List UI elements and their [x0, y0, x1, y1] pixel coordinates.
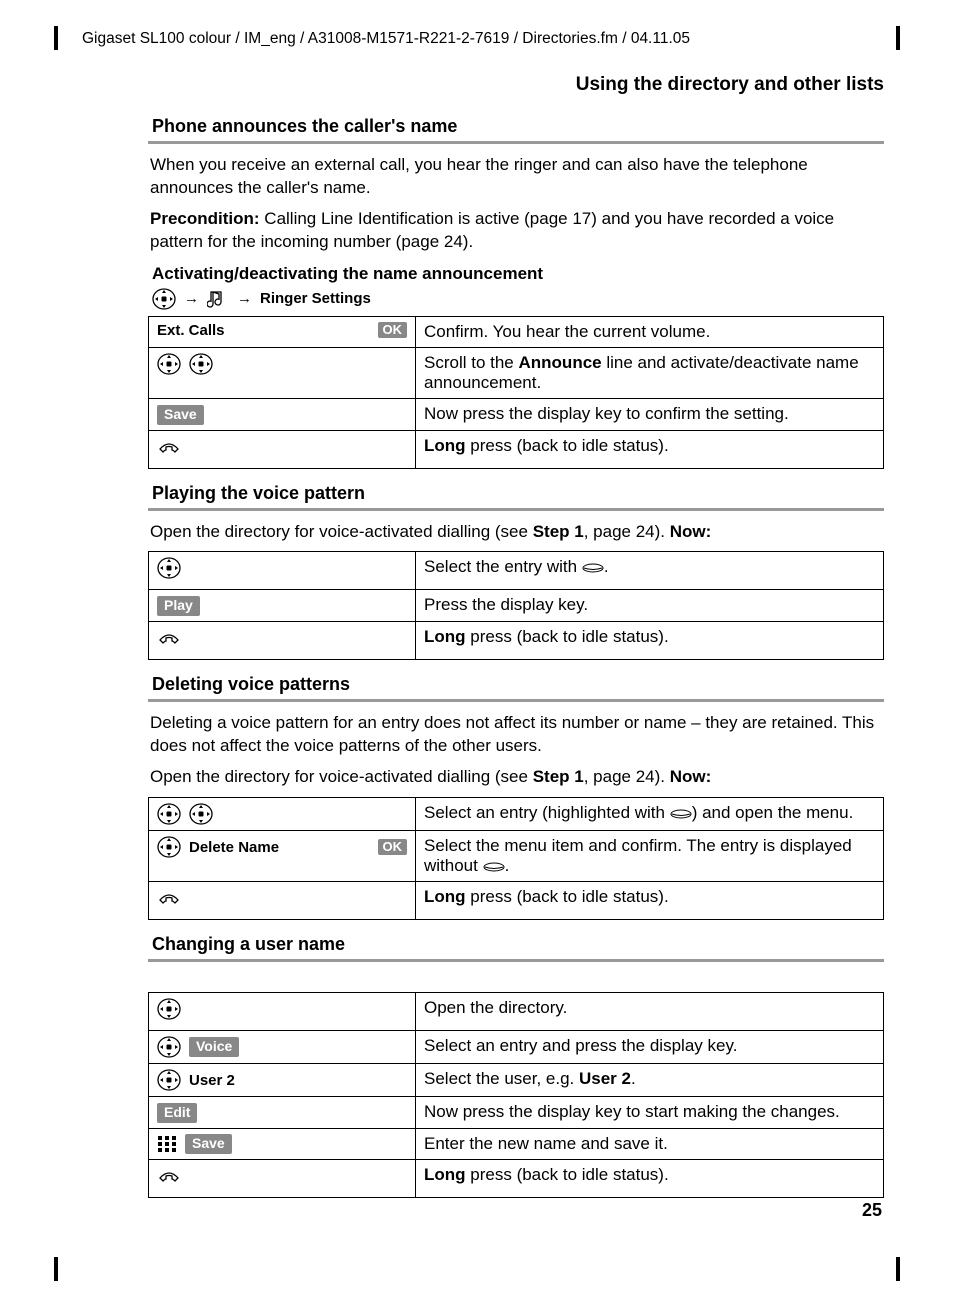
- heading-changing-user: Changing a user name: [148, 934, 884, 955]
- control-key-icon: [157, 803, 181, 825]
- keypad-icon: [157, 1135, 177, 1153]
- instruction-text: Select the user, e.g. User 2.: [416, 1064, 884, 1097]
- paragraph: Precondition: Calling Line Identificatio…: [148, 208, 884, 254]
- sound-icon: [207, 289, 229, 309]
- menu-label: Ringer Settings: [260, 290, 371, 307]
- instruction-text: Select the entry with .: [416, 552, 884, 590]
- control-key-icon: [189, 353, 213, 375]
- instruction-text: Scroll to the Announce line and activate…: [416, 347, 884, 398]
- arrow-icon: →: [237, 290, 252, 307]
- heading-playing-voice: Playing the voice pattern: [148, 483, 884, 504]
- table-row: Edit Now press the display key to start …: [149, 1097, 884, 1129]
- table-row: Voice Select an entry and press the disp…: [149, 1031, 884, 1064]
- control-key-icon: [152, 288, 176, 310]
- instruction-text: Open the directory.: [416, 993, 884, 1031]
- control-key-icon: [157, 836, 181, 858]
- divider: [148, 699, 884, 702]
- table-row: Long press (back to idle status).: [149, 882, 884, 920]
- instruction-table: Open the directory. Voice Select an entr…: [148, 992, 884, 1198]
- section-title: Using the directory and other lists: [70, 74, 884, 96]
- table-row: Open the directory.: [149, 993, 884, 1031]
- menu-item: Ext. Calls: [157, 322, 225, 339]
- table-row: User 2 Select the user, e.g. User 2.: [149, 1064, 884, 1097]
- voice-softkey: Voice: [189, 1037, 239, 1057]
- divider: [148, 508, 884, 511]
- instruction-text: Now press the display key to confirm the…: [416, 398, 884, 430]
- header-path: Gigaset SL100 colour / IM_eng / A31008-M…: [82, 30, 884, 48]
- instruction-text: Long press (back to idle status).: [416, 1159, 884, 1197]
- control-key-icon: [157, 1069, 181, 1091]
- page: Gigaset SL100 colour / IM_eng / A31008-M…: [0, 0, 954, 1307]
- instruction-text: Now press the display key to start makin…: [416, 1097, 884, 1129]
- table-row: Select an entry (highlighted with ) and …: [149, 798, 884, 831]
- control-key-icon: [157, 998, 181, 1020]
- instruction-text: Long press (back to idle status).: [416, 430, 884, 468]
- hangup-icon: [157, 887, 181, 909]
- control-key-icon: [157, 557, 181, 579]
- table-row: Delete Name OK Select the menu item and …: [149, 831, 884, 882]
- crop-mark: [54, 1257, 58, 1281]
- hangup-icon: [157, 1165, 181, 1187]
- table-row: Long press (back to idle status).: [149, 622, 884, 660]
- table-row: Play Press the display key.: [149, 590, 884, 622]
- play-softkey: Play: [157, 596, 200, 616]
- table-row: Ext. Calls OK Confirm. You hear the curre…: [149, 316, 884, 347]
- paragraph: Open the directory for voice-activated d…: [148, 521, 884, 544]
- instruction-text: Select the menu item and confirm. The en…: [416, 831, 884, 882]
- table-row: Save Now press the display key to confir…: [149, 398, 884, 430]
- menu-path: → → Ringer Settings: [148, 288, 884, 310]
- lips-icon: [670, 809, 692, 819]
- instruction-table: Ext. Calls OK Confirm. You hear the curre…: [148, 316, 884, 469]
- instruction-text: Confirm. You hear the current volume.: [416, 316, 884, 347]
- subheading-activating: Activating/deactivating the name announc…: [148, 264, 884, 284]
- edit-softkey: Edit: [157, 1103, 197, 1123]
- ok-key: OK: [378, 839, 408, 855]
- menu-item: User 2: [189, 1072, 235, 1089]
- table-row: Long press (back to idle status).: [149, 430, 884, 468]
- page-number: 25: [862, 1200, 882, 1221]
- table-row: Long press (back to idle status).: [149, 1159, 884, 1197]
- divider: [148, 141, 884, 144]
- hangup-icon: [157, 627, 181, 649]
- ok-key: OK: [378, 322, 408, 338]
- paragraph: Deleting a voice pattern for an entry do…: [148, 712, 884, 758]
- heading-deleting-voice: Deleting voice patterns: [148, 674, 884, 695]
- instruction-text: Select an entry and press the display ke…: [416, 1031, 884, 1064]
- table-row: Select the entry with .: [149, 552, 884, 590]
- save-softkey: Save: [185, 1134, 232, 1154]
- hangup-icon: [157, 436, 181, 458]
- paragraph: When you receive an external call, you h…: [148, 154, 884, 200]
- save-softkey: Save: [157, 405, 204, 425]
- instruction-text: Select an entry (highlighted with ) and …: [416, 798, 884, 831]
- control-key-icon: [157, 1036, 181, 1058]
- menu-item: Delete Name: [189, 839, 279, 856]
- divider: [148, 959, 884, 962]
- lips-icon: [483, 862, 505, 872]
- paragraph: Open the directory for voice-activated d…: [148, 766, 884, 789]
- instruction-table: Select the entry with . Play Press the d…: [148, 551, 884, 660]
- instruction-text: Enter the new name and save it.: [416, 1128, 884, 1159]
- control-key-icon: [189, 803, 213, 825]
- crop-mark: [896, 26, 900, 50]
- instruction-text: Long press (back to idle status).: [416, 882, 884, 920]
- crop-mark: [896, 1257, 900, 1281]
- instruction-table: Select an entry (highlighted with ) and …: [148, 797, 884, 920]
- control-key-icon: [157, 353, 181, 375]
- heading-announce-name: Phone announces the caller's name: [148, 116, 884, 137]
- instruction-text: Press the display key.: [416, 590, 884, 622]
- table-row: Scroll to the Announce line and activate…: [149, 347, 884, 398]
- table-row: Save Enter the new name and save it.: [149, 1128, 884, 1159]
- lips-icon: [582, 563, 604, 573]
- instruction-text: Long press (back to idle status).: [416, 622, 884, 660]
- crop-mark: [54, 26, 58, 50]
- arrow-icon: →: [184, 290, 199, 307]
